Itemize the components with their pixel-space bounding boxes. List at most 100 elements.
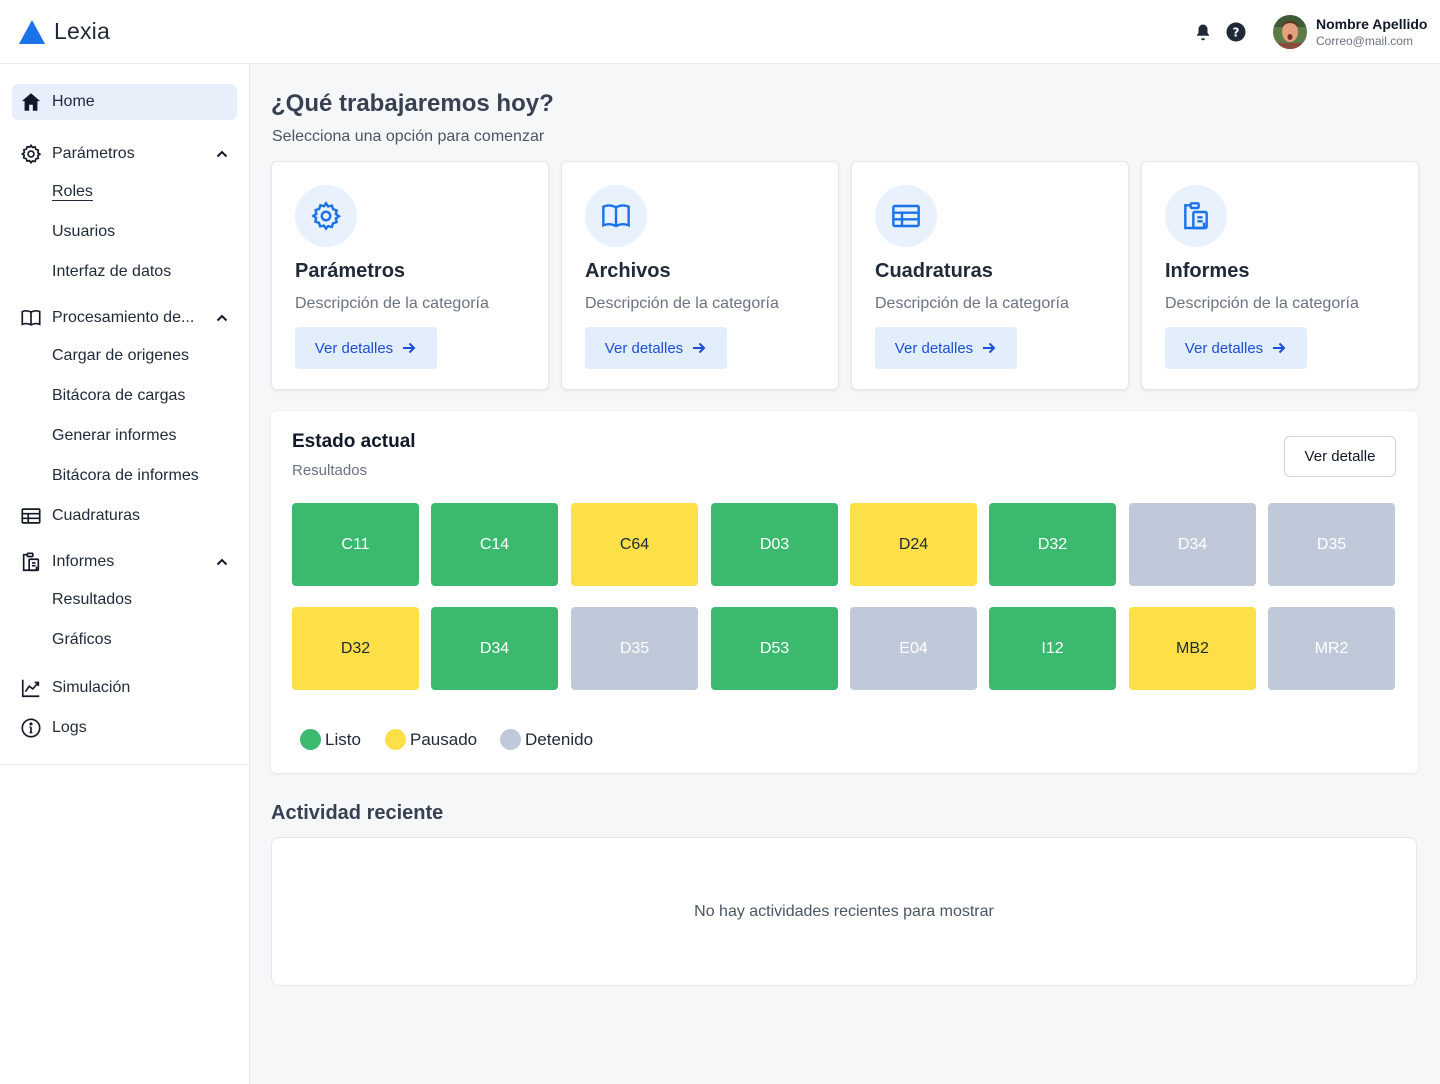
legend-label: Detenido	[525, 729, 594, 749]
status-tile-c14[interactable]: C14	[431, 503, 558, 586]
status-tile-d32[interactable]: D32	[989, 503, 1116, 586]
gear-icon	[20, 143, 42, 165]
status-tile-d24[interactable]: D24	[850, 503, 977, 586]
ver-detalle-button[interactable]: Ver detalle	[1284, 436, 1396, 477]
help-icon[interactable]: ?	[1226, 22, 1246, 42]
sidebar: Home Parámetros Roles Usuarios Interfaz …	[0, 64, 250, 1084]
sidebar-subitem-resultados[interactable]: Resultados	[52, 591, 132, 609]
clipboard-icon	[20, 551, 42, 573]
sidebar-item-label: Procesamiento de...	[52, 309, 195, 326]
table-icon	[875, 185, 937, 247]
status-tile-d34[interactable]: D34	[431, 607, 558, 690]
card-title: Parámetros	[295, 260, 406, 282]
table-icon	[20, 505, 42, 527]
ver-detalles-button[interactable]: Ver detalles	[585, 327, 727, 369]
svg-text:?: ?	[1233, 26, 1240, 40]
info-icon	[20, 717, 42, 739]
ver-detalles-button[interactable]: Ver detalles	[295, 327, 437, 369]
legend-item-pausado: Pausado	[385, 729, 477, 750]
status-tile-d35[interactable]: D35	[571, 607, 698, 690]
sidebar-divider	[0, 764, 249, 765]
status-subtitle: Resultados	[292, 462, 368, 479]
ver-detalles-button[interactable]: Ver detalles	[1165, 327, 1307, 369]
legend-dot	[385, 729, 406, 750]
category-card-parametros: Parámetros Descripción de la categoría V…	[271, 161, 549, 390]
arrow-right-icon	[693, 342, 706, 354]
sidebar-item-label: Simulación	[52, 679, 131, 696]
status-tile-i12[interactable]: I12	[989, 607, 1116, 690]
ver-detalles-button[interactable]: Ver detalles	[875, 327, 1017, 369]
category-card-informes: Informes Descripción de la categoría Ver…	[1141, 161, 1419, 390]
sidebar-item-label: Logs	[52, 719, 87, 736]
sidebar-subitem-cargar-origenes[interactable]: Cargar de origenes	[52, 347, 189, 365]
chevron-up-icon[interactable]	[214, 554, 230, 570]
empty-state-message: No hay actividades recientes para mostra…	[694, 902, 994, 920]
chevron-up-icon[interactable]	[214, 310, 230, 326]
page-title: ¿Qué trabajaremos hoy?	[271, 90, 554, 117]
button-label: Ver detalles	[894, 339, 974, 357]
card-description: Descripción de la categoría	[1165, 295, 1359, 312]
home-icon	[20, 91, 42, 113]
chevron-up-icon[interactable]	[214, 146, 230, 162]
sidebar-item-home[interactable]: Home	[12, 84, 237, 120]
arrow-right-icon	[403, 342, 416, 354]
status-tile-c64[interactable]: C64	[571, 503, 698, 586]
status-tile-d35[interactable]: D35	[1268, 503, 1395, 586]
user-email: Correo@mail.com	[1316, 34, 1413, 48]
sidebar-subitem-roles[interactable]: Roles	[52, 183, 93, 201]
book-icon	[20, 307, 42, 329]
sidebar-subitem-interfaz-datos[interactable]: Interfaz de datos	[52, 263, 171, 281]
top-header: Lexia ? Nombre Apellido Correo@mail.com	[0, 0, 1440, 64]
arrow-right-icon	[1273, 342, 1286, 354]
chart-line-icon	[20, 677, 42, 699]
sidebar-item-simulacion[interactable]: Simulación	[12, 670, 237, 706]
sidebar-item-label: Informes	[52, 553, 115, 570]
status-tile-mb2[interactable]: MB2	[1129, 607, 1256, 690]
legend-dot	[500, 729, 521, 750]
avatar[interactable]	[1273, 15, 1307, 49]
status-tile-d34[interactable]: D34	[1129, 503, 1256, 586]
card-title: Archivos	[585, 260, 671, 282]
card-description: Descripción de la categoría	[875, 295, 1069, 312]
sidebar-item-cuadraturas[interactable]: Cuadraturas	[12, 498, 237, 534]
status-tile-e04[interactable]: E04	[850, 607, 977, 690]
sidebar-subitem-graficos[interactable]: Gráficos	[52, 631, 112, 649]
button-label: Ver detalles	[314, 339, 394, 357]
user-name: Nombre Apellido	[1316, 16, 1428, 32]
sidebar-subitem-bitacora-informes[interactable]: Bitácora de informes	[52, 467, 199, 485]
status-tile-mr2[interactable]: MR2	[1268, 607, 1395, 690]
app-logo[interactable]: Lexia	[18, 18, 110, 45]
sidebar-item-label: Cuadraturas	[52, 507, 141, 524]
gear-icon	[295, 185, 357, 247]
triangle-logo-icon	[19, 19, 45, 44]
button-label: Ver detalles	[604, 339, 684, 357]
category-card-cuadraturas: Cuadraturas Descripción de la categoría …	[851, 161, 1129, 390]
bell-icon[interactable]	[1193, 22, 1213, 42]
status-tile-d03[interactable]: D03	[711, 503, 838, 586]
button-label: Ver detalles	[1184, 339, 1264, 357]
legend-label: Listo	[325, 729, 361, 749]
card-description: Descripción de la categoría	[585, 295, 779, 312]
legend-item-detenido: Detenido	[500, 729, 593, 750]
card-title: Informes	[1165, 260, 1250, 282]
status-tile-c11[interactable]: C11	[292, 503, 419, 586]
sidebar-item-informes[interactable]: Informes	[12, 544, 237, 580]
sidebar-item-label: Parámetros	[52, 145, 135, 162]
activity-title: Actividad reciente	[271, 802, 444, 824]
sidebar-item-logs[interactable]: Logs	[12, 710, 237, 746]
card-description: Descripción de la categoría	[295, 295, 489, 312]
page-subtitle: Selecciona una opción para comenzar	[272, 128, 545, 145]
status-tile-d53[interactable]: D53	[711, 607, 838, 690]
sidebar-subitem-generar-informes[interactable]: Generar informes	[52, 427, 177, 445]
sidebar-subitem-bitacora-cargas[interactable]: Bitácora de cargas	[52, 387, 185, 405]
arrow-right-icon	[983, 342, 996, 354]
status-panel: Estado actual Resultados Ver detalle C11…	[271, 411, 1418, 773]
activity-panel: No hay actividades recientes para mostra…	[271, 837, 1417, 986]
status-tile-d32[interactable]: D32	[292, 607, 419, 690]
status-title: Estado actual	[292, 431, 416, 452]
app-name: Lexia	[54, 18, 110, 44]
sidebar-subitem-usuarios[interactable]: Usuarios	[52, 223, 115, 241]
legend-item-listo: Listo	[300, 729, 361, 750]
sidebar-item-procesamiento[interactable]: Procesamiento de...	[12, 300, 237, 336]
sidebar-item-parametros[interactable]: Parámetros	[12, 136, 237, 172]
